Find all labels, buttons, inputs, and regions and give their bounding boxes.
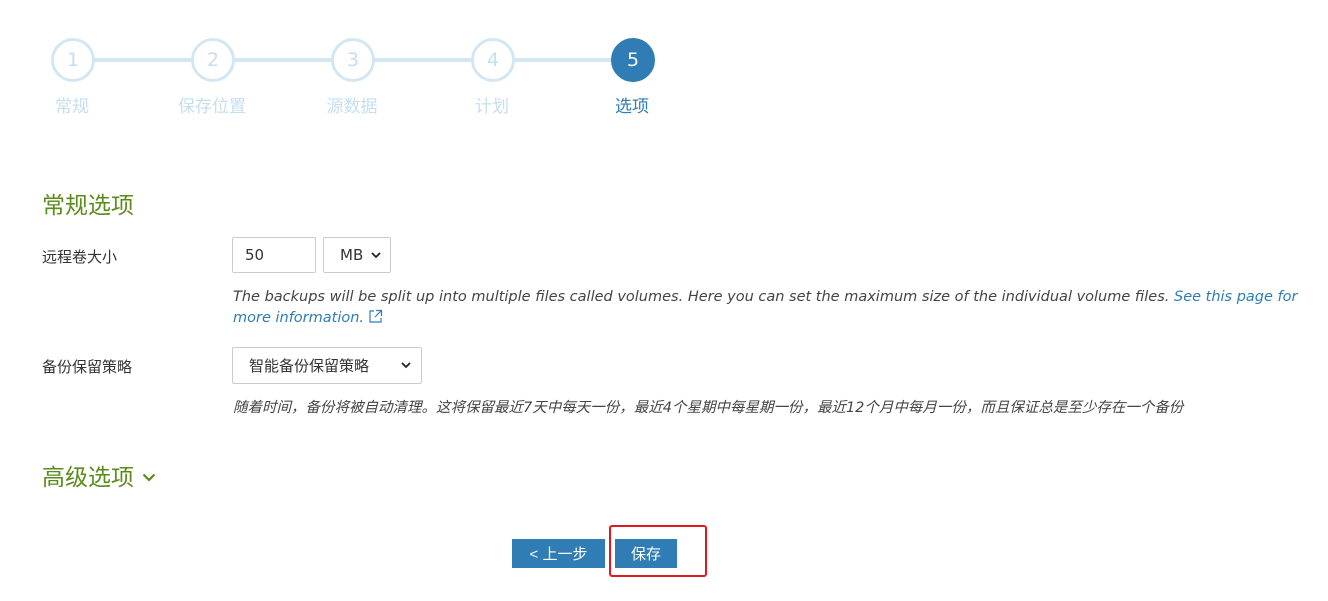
- step-5-label[interactable]: 选项: [572, 92, 692, 117]
- back-button[interactable]: < 上一步: [512, 539, 605, 568]
- general-options-title: 常规选项: [42, 193, 134, 219]
- step-1-circle[interactable]: 1: [51, 38, 95, 82]
- step-4-circle[interactable]: 4: [471, 38, 515, 82]
- step-5-circle[interactable]: 5: [611, 38, 655, 82]
- step-4-label[interactable]: 计划: [432, 92, 552, 117]
- volume-unit-value: MB: [340, 246, 364, 264]
- step-4-number: 4: [486, 49, 500, 71]
- retention-policy-select[interactable]: 智能备份保留策略: [232, 347, 422, 384]
- save-button-highlight: [609, 525, 707, 577]
- step-1-number: 1: [66, 49, 80, 71]
- step-2-circle[interactable]: 2: [191, 38, 235, 82]
- chevron-down-icon: [142, 462, 156, 488]
- step-2-number: 2: [206, 49, 220, 71]
- step-5-number: 5: [626, 49, 640, 71]
- step-3-label[interactable]: 源数据: [292, 92, 412, 117]
- advanced-options-toggle[interactable]: 高级选项: [42, 458, 156, 492]
- step-3-circle[interactable]: 3: [331, 38, 375, 82]
- step-3-number: 3: [346, 49, 360, 71]
- external-link-icon: [368, 309, 383, 331]
- step-1-label[interactable]: 常规: [12, 92, 132, 117]
- retention-help-text: 随着时间，备份将被自动清理。这将保留最近7天中每天一份，最近4个星期中每星期一份…: [233, 400, 1184, 416]
- advanced-options-title: 高级选项: [42, 465, 134, 491]
- volume-help-description: The backups will be split up into multip…: [233, 289, 1170, 305]
- chevron-down-icon: [401, 359, 411, 372]
- volume-help-text: The backups will be split up into multip…: [233, 287, 1323, 331]
- volume-unit-select[interactable]: MB: [323, 237, 391, 273]
- retention-policy-label: 备份保留策略: [42, 358, 133, 376]
- remote-volume-size-input[interactable]: [232, 237, 316, 273]
- retention-policy-value: 智能备份保留策略: [249, 357, 370, 375]
- wizard-stepper: 1 2 3 4 5 常规 保存位置 源数据 计划 选项: [0, 0, 1328, 130]
- chevron-down-icon: [371, 249, 381, 262]
- remote-volume-size-label: 远程卷大小: [42, 248, 118, 266]
- step-2-label[interactable]: 保存位置: [152, 92, 272, 117]
